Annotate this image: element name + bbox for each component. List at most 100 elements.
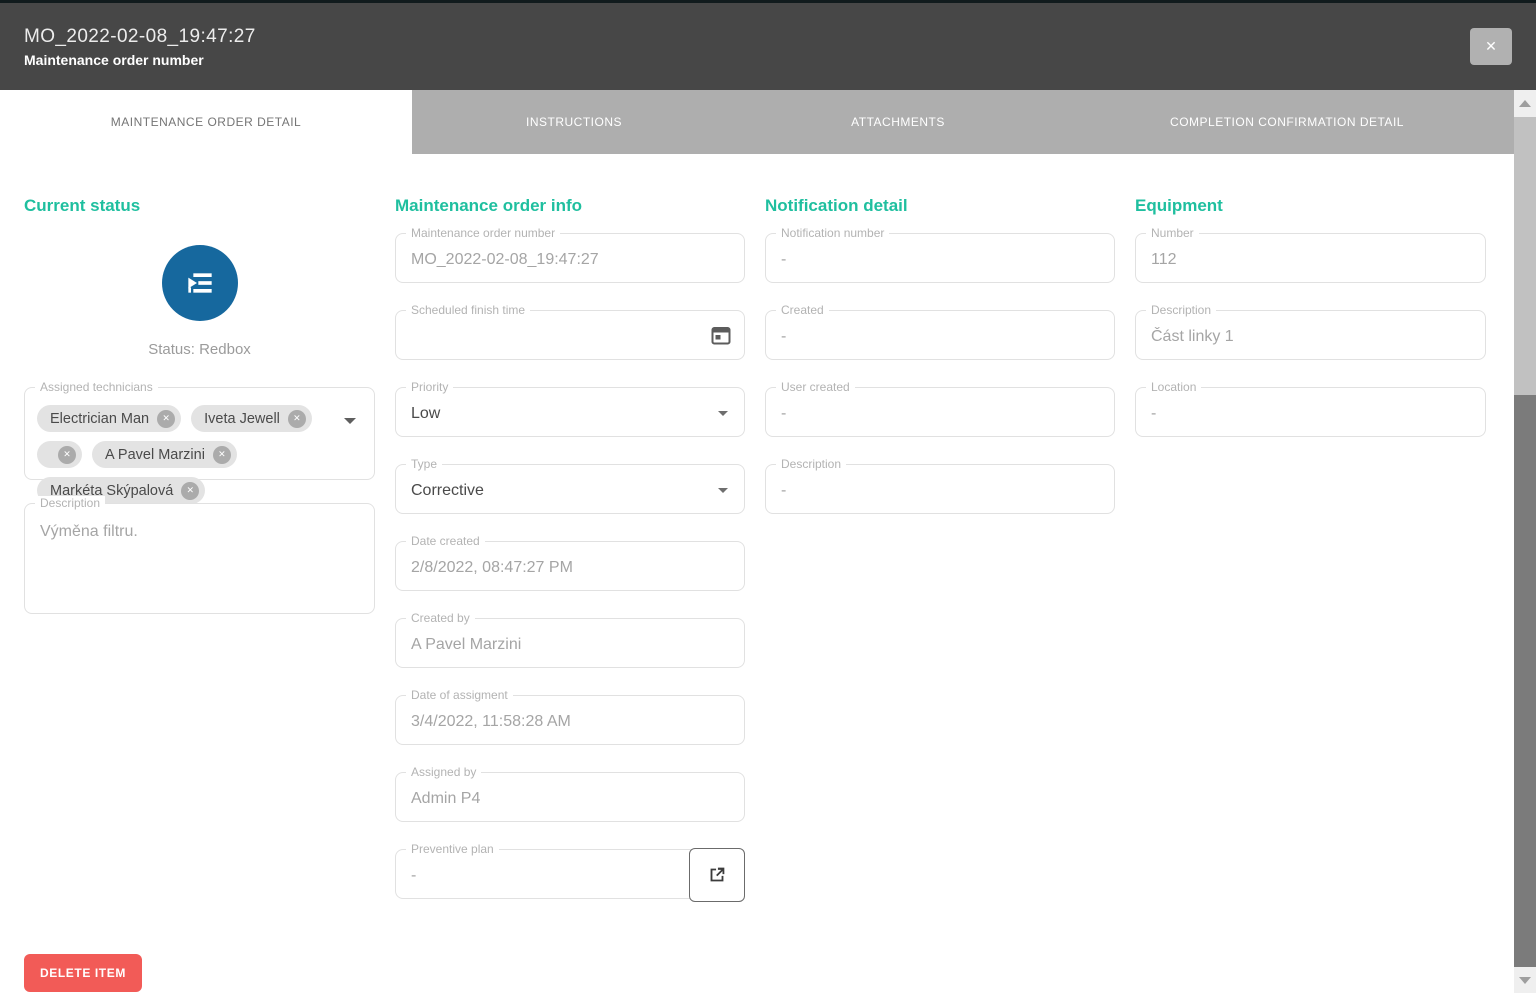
field-value: MO_2022-02-08_19:47:27 <box>411 251 599 269</box>
field-user-created: User created - <box>765 387 1115 437</box>
field-label: Assigned by <box>406 765 481 779</box>
technician-chip: Iveta Jewell ✕ <box>191 405 312 432</box>
arrow-up-icon <box>1519 100 1531 107</box>
section-heading: Current status <box>24 197 375 214</box>
section-heading: Equipment <box>1135 197 1486 214</box>
scrollbar-thumb[interactable] <box>1514 117 1536 395</box>
scrollbar-up-button[interactable] <box>1514 90 1536 116</box>
field-priority[interactable]: Priority Low <box>395 387 745 437</box>
field-value: Výměna filtru. <box>40 523 138 541</box>
field-notification-number: Notification number - <box>765 233 1115 283</box>
close-button[interactable]: ✕ <box>1470 28 1512 65</box>
chevron-down-icon[interactable] <box>344 418 356 424</box>
field-created-by: Created by A Pavel Marzini <box>395 618 745 668</box>
dialog-title: MO_2022-02-08_19:47:27 <box>24 26 256 48</box>
field-label: Description <box>35 496 105 510</box>
open-in-new-button[interactable] <box>689 848 745 902</box>
technician-chip: A Pavel Marzini ✕ <box>92 441 237 468</box>
tab-instructions[interactable]: INSTRUCTIONS <box>412 90 736 154</box>
current-status-section: Current status Status: Redbox Assigned t… <box>24 197 375 614</box>
tab-label: ATTACHMENTS <box>851 115 945 129</box>
chevron-down-icon[interactable] <box>718 411 728 416</box>
field-label: Scheduled finish time <box>406 303 530 317</box>
field-notification-description: Description - <box>765 464 1115 514</box>
field-notification-created: Created - <box>765 310 1115 360</box>
assigned-technicians-field[interactable]: Assigned technicians Electrician Man ✕ I… <box>24 387 375 480</box>
field-value: - <box>781 328 786 346</box>
field-label: Priority <box>406 380 453 394</box>
chip-remove-icon[interactable]: ✕ <box>288 410 306 428</box>
chip-remove-icon[interactable]: ✕ <box>58 446 76 464</box>
field-label: User created <box>776 380 855 394</box>
field-label: Description <box>1146 303 1216 317</box>
chip-label: Iveta Jewell <box>204 411 280 427</box>
field-maintenance-order-number: Maintenance order number MO_2022-02-08_1… <box>395 233 745 283</box>
field-label: Notification number <box>776 226 889 240</box>
field-value: Corrective <box>411 482 484 500</box>
field-value: - <box>781 482 786 500</box>
field-equipment-location: Location - <box>1135 387 1486 437</box>
description-field[interactable]: Description Výměna filtru. <box>24 503 375 614</box>
equipment-section: Equipment Number 112 Description Část li… <box>1135 197 1486 464</box>
field-value: A Pavel Marzini <box>411 636 521 654</box>
notification-detail-section: Notification detail Notification number … <box>765 197 1115 541</box>
section-heading: Maintenance order info <box>395 197 745 214</box>
open-in-new-icon <box>706 864 728 886</box>
field-value: 3/4/2022, 11:58:28 AM <box>411 713 571 731</box>
status-playlist-play-icon <box>162 245 238 321</box>
tab-completion-confirmation-detail[interactable]: COMPLETION CONFIRMATION DETAIL <box>1060 90 1514 154</box>
maintenance-order-info-section: Maintenance order info Maintenance order… <box>395 197 745 926</box>
field-value: 112 <box>1151 251 1177 269</box>
close-icon: ✕ <box>1485 38 1497 54</box>
field-label: Created <box>776 303 829 317</box>
field-value: - <box>1151 405 1156 423</box>
tab-label: INSTRUCTIONS <box>526 115 622 129</box>
field-label: Assigned technicians <box>35 380 158 394</box>
tab-label: COMPLETION CONFIRMATION DETAIL <box>1170 115 1404 129</box>
field-label: Date of assigment <box>406 688 513 702</box>
tab-bar: MAINTENANCE ORDER DETAIL INSTRUCTIONS AT… <box>0 90 1514 154</box>
technician-chips: Electrician Man ✕ Iveta Jewell ✕ ✕ A Pav… <box>25 388 374 504</box>
scrollbar-track[interactable] <box>1514 395 1536 967</box>
field-value: 2/8/2022, 08:47:27 PM <box>411 559 573 577</box>
field-scheduled-finish-time[interactable]: Scheduled finish time <box>395 310 745 360</box>
field-label: Maintenance order number <box>406 226 560 240</box>
chip-label: Electrician Man <box>50 411 149 427</box>
section-heading: Notification detail <box>765 197 1115 214</box>
field-preventive-plan: Preventive plan - <box>395 849 745 899</box>
delete-item-button[interactable]: DELETE ITEM <box>24 954 142 992</box>
field-assigned-by: Assigned by Admin P4 <box>395 772 745 822</box>
tab-label: MAINTENANCE ORDER DETAIL <box>111 115 301 129</box>
technician-chip: Electrician Man ✕ <box>37 405 181 432</box>
tab-attachments[interactable]: ATTACHMENTS <box>736 90 1060 154</box>
chevron-down-icon[interactable] <box>718 488 728 493</box>
chip-remove-icon[interactable]: ✕ <box>181 482 199 500</box>
field-equipment-number: Number 112 <box>1135 233 1486 283</box>
field-label: Date created <box>406 534 485 548</box>
field-value: - <box>781 251 786 269</box>
field-value: - <box>411 867 416 885</box>
field-value: Část linky 1 <box>1151 328 1234 346</box>
chip-label: A Pavel Marzini <box>105 447 205 463</box>
field-equipment-description: Description Část linky 1 <box>1135 310 1486 360</box>
field-label: Type <box>406 457 442 471</box>
field-label: Number <box>1146 226 1199 240</box>
field-label: Description <box>776 457 846 471</box>
chip-remove-icon[interactable]: ✕ <box>157 410 175 428</box>
arrow-down-icon <box>1519 977 1531 984</box>
vertical-scrollbar[interactable] <box>1514 90 1536 993</box>
chip-remove-icon[interactable]: ✕ <box>213 446 231 464</box>
field-label: Location <box>1146 380 1201 394</box>
field-type[interactable]: Type Corrective <box>395 464 745 514</box>
field-date-created: Date created 2/8/2022, 08:47:27 PM <box>395 541 745 591</box>
field-value: Admin P4 <box>411 790 480 808</box>
scrollbar-down-button[interactable] <box>1514 967 1536 993</box>
field-date-of-assigment: Date of assigment 3/4/2022, 11:58:28 AM <box>395 695 745 745</box>
field-value: - <box>781 405 786 423</box>
calendar-icon[interactable] <box>708 323 734 349</box>
dialog-subtitle: Maintenance order number <box>24 52 204 68</box>
status-text: Status: Redbox <box>24 341 375 358</box>
field-label: Created by <box>406 611 475 625</box>
technician-chip: ✕ <box>37 441 82 468</box>
tab-maintenance-order-detail[interactable]: MAINTENANCE ORDER DETAIL <box>0 90 412 154</box>
